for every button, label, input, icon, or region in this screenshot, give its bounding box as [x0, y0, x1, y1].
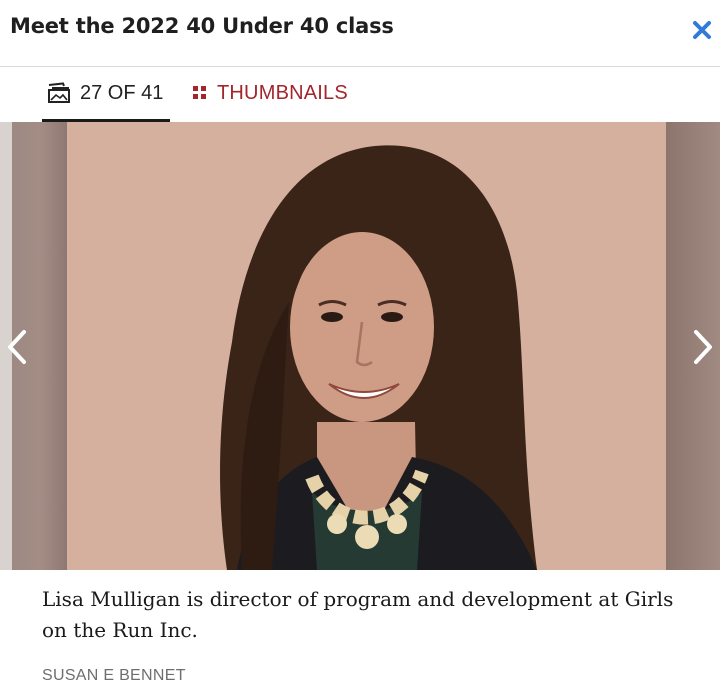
slide-stage [0, 122, 720, 570]
slide-caption: Lisa Mulligan is director of program and… [42, 587, 674, 642]
thumbnails-label: THUMBNAILS [217, 81, 348, 104]
close-x-icon [693, 21, 711, 39]
portrait-photo [67, 122, 666, 570]
slide-counter: 27 OF 41 [42, 67, 170, 122]
gallery-title: Meet the 2022 40 Under 40 class [10, 14, 394, 38]
thumbnails-button[interactable]: THUMBNAILS [193, 67, 348, 119]
previous-slide-button[interactable] [0, 322, 36, 372]
close-button[interactable] [688, 16, 716, 44]
slide-counter-text: 27 OF 41 [80, 81, 164, 104]
gallery-header: Meet the 2022 40 Under 40 class [0, 0, 720, 67]
grid-dots-icon [193, 86, 206, 99]
chevron-left-icon [8, 330, 26, 364]
gallery-icon [48, 82, 70, 103]
chevron-right-icon [694, 330, 712, 364]
gallery-toolbar: 27 OF 41 THUMBNAILS [0, 67, 720, 122]
next-slide-button[interactable] [684, 322, 720, 372]
photo-credit: SUSAN E BENNET [42, 667, 186, 684]
